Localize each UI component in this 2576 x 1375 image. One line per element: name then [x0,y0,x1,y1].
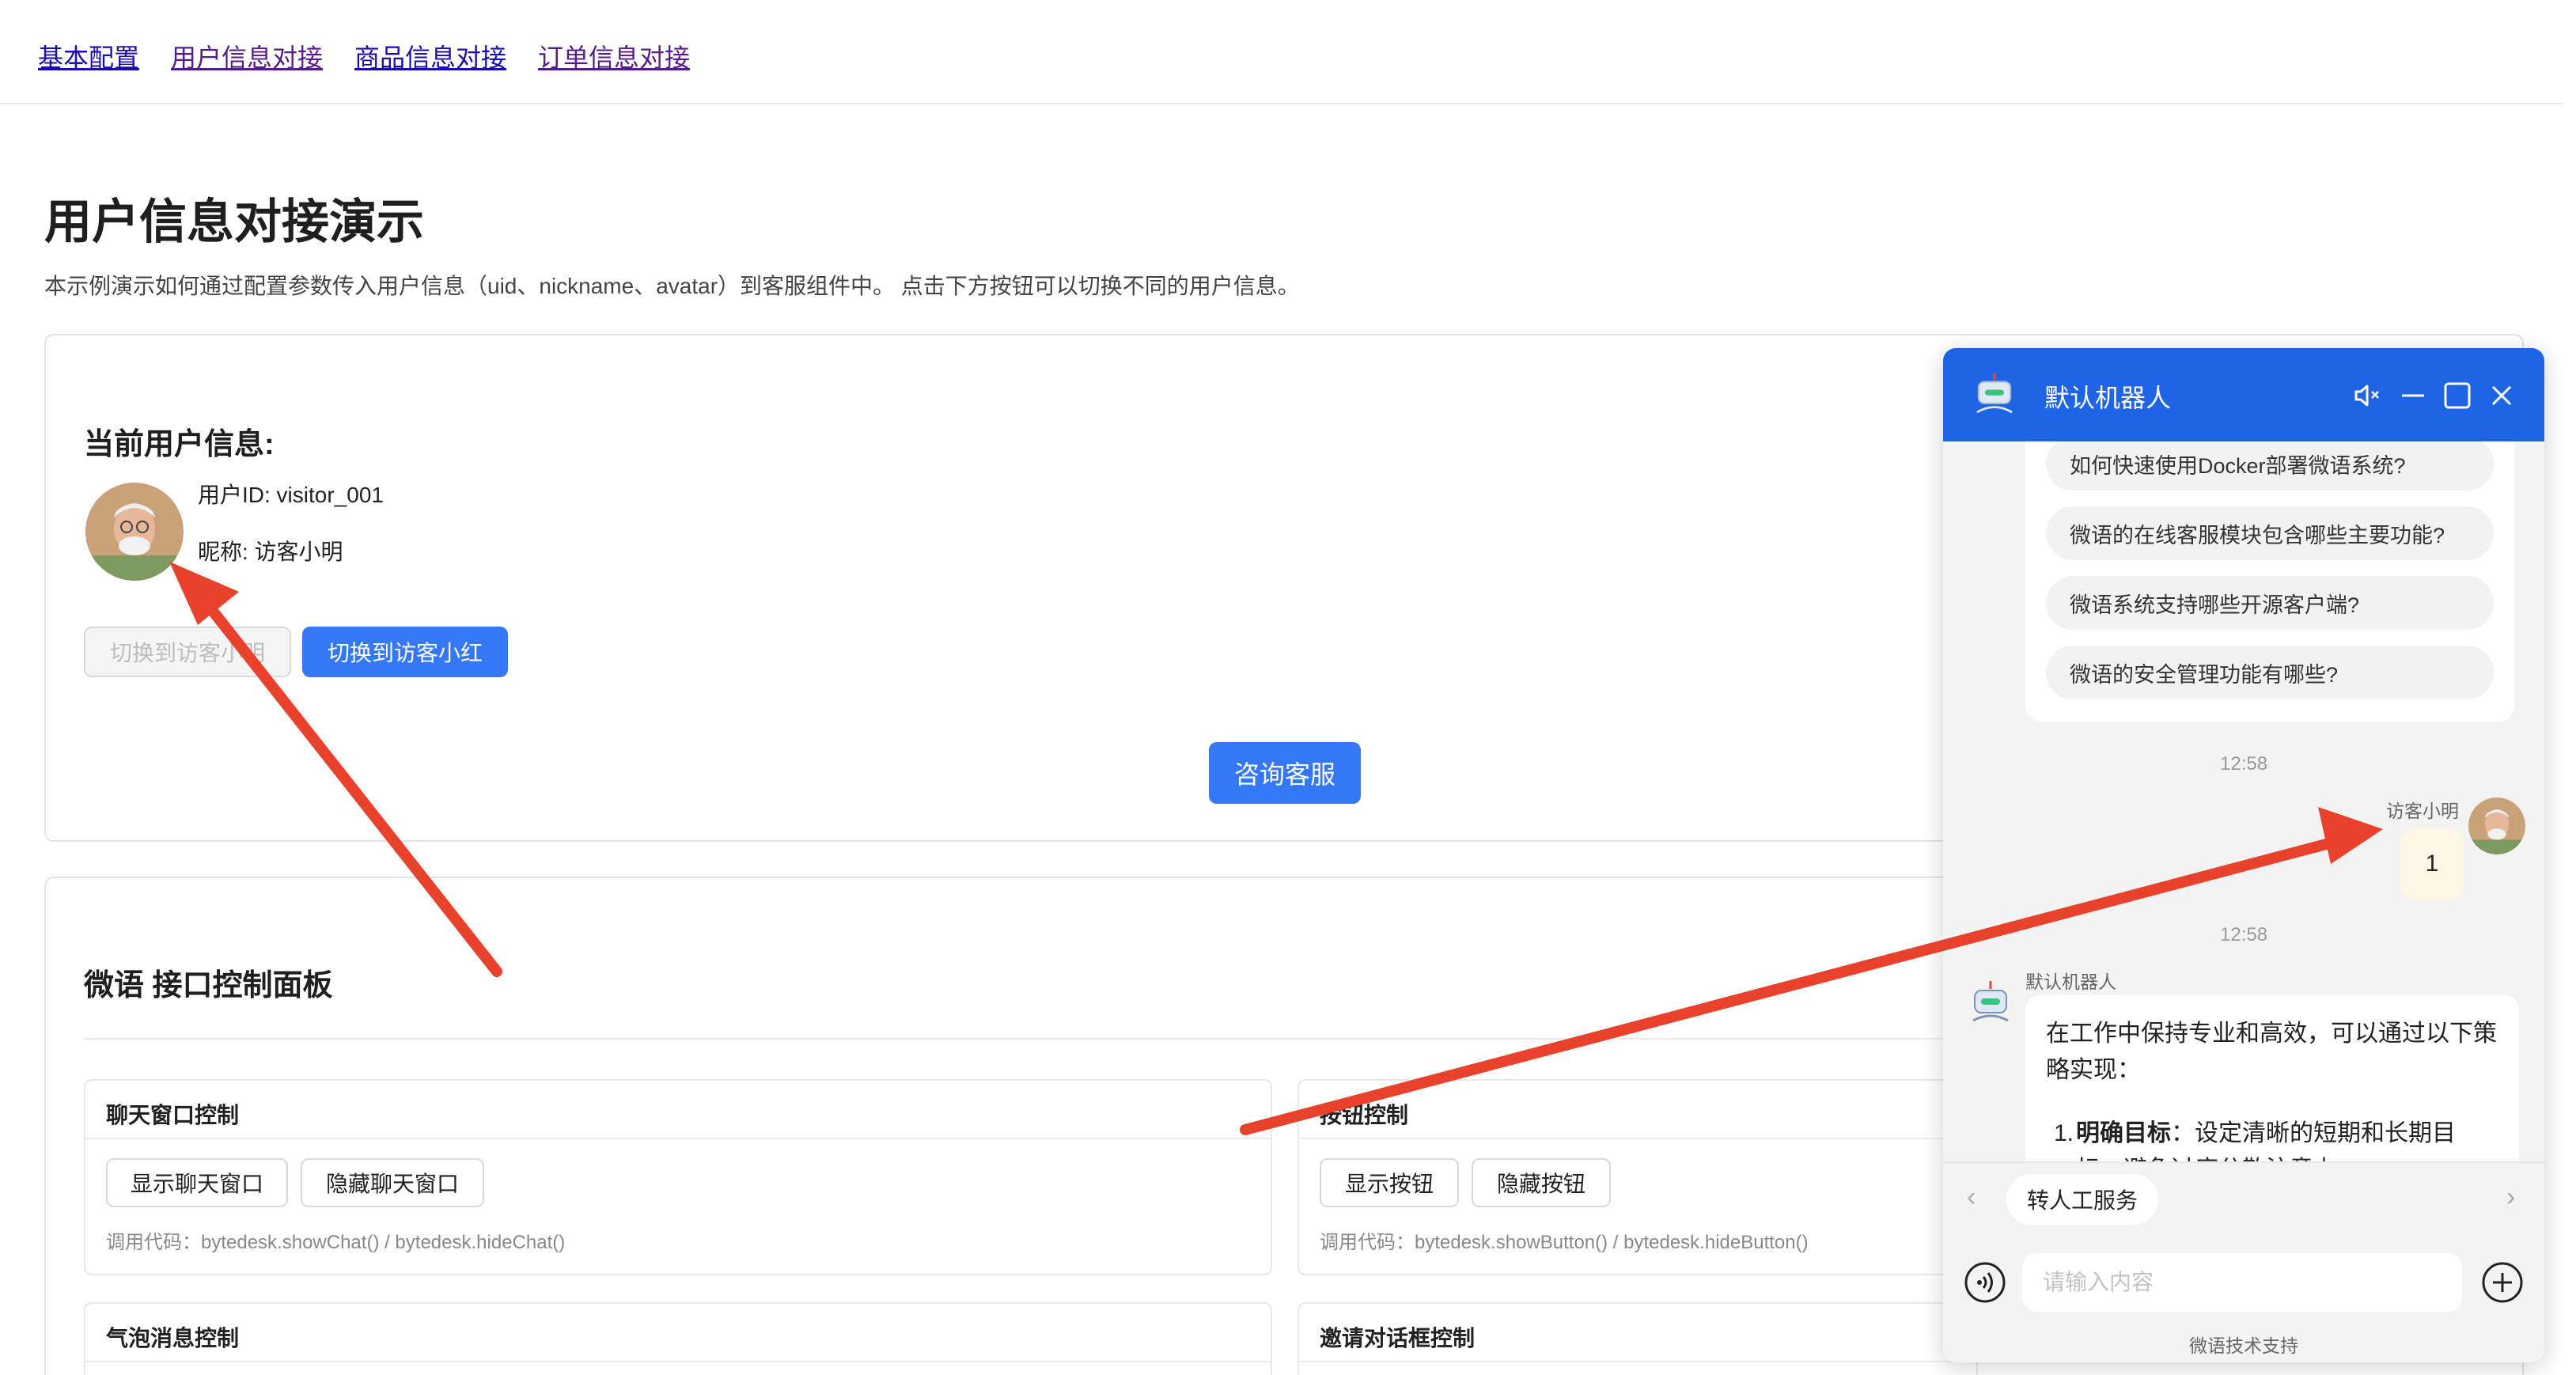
message-timestamp: 12:58 [2220,924,2267,946]
close-icon[interactable] [2486,380,2517,411]
visitor-nickname: 访客小明 [2386,796,2459,823]
hide-chat-window-button[interactable]: 隐藏聊天窗口 [301,1158,484,1207]
bot-nickname: 默认机器人 [2025,967,2116,994]
visitor-message-bubble: 1 [2400,828,2464,900]
switch-to-xiaoming-button[interactable]: 切换到访客小明 [84,627,291,677]
quick-reply-bar: ‹ 转人工服务 › [1943,1161,2544,1237]
powered-by-footer: 微语技术支持 [1943,1331,2544,1362]
top-nav: 基本配置 用户信息对接 商品信息对接 订单信息对接 [0,0,2563,104]
bubble-message-control-section: 气泡消息控制 [84,1302,1272,1375]
panel-divider [84,1038,1951,1040]
chat-message-input[interactable] [2022,1253,2462,1312]
show-button-button[interactable]: 显示按钮 [1320,1158,1459,1207]
message-timestamp: 12:58 [2220,753,2267,775]
invite-dialog-control-section: 邀请对话框控制 [1297,1302,1978,1375]
section-title: 按钮控制 [1320,1098,1408,1130]
faq-item[interactable]: 微语的安全管理功能有哪些? [2046,646,2494,699]
section-header [85,1081,1271,1139]
visitor-avatar [2468,797,2525,854]
section-title: 邀请对话框控制 [1320,1321,1475,1353]
consult-service-button[interactable]: 咨询客服 [1209,742,1361,804]
button-control-section: 按钮控制 显示按钮 隐藏按钮 调用代码：bytedesk.showButton(… [1297,1079,1978,1275]
switch-to-xiaohong-button[interactable]: 切换到访客小红 [302,627,508,677]
section-title: 聊天窗口控制 [106,1098,239,1130]
chat-title: 默认机器人 [2044,378,2171,415]
code-snippet-note: 调用代码：bytedesk.showButton() / bytedesk.hi… [1320,1226,1809,1254]
faq-item[interactable]: 微语的在线客服模块包含哪些主要功能? [2046,506,2494,560]
chat-window-control-section: 聊天窗口控制 显示聊天窗口 隐藏聊天窗口 调用代码：bytedesk.showC… [84,1079,1272,1275]
current-user-heading: 当前用户信息: [84,419,275,463]
faq-list: 如何快速使用Docker部署微语系统? 微语的在线客服模块包含哪些主要功能? 微… [2025,437,2514,722]
user-avatar [85,483,184,581]
robot-avatar-icon [1960,973,2021,1033]
plus-icon[interactable] [2481,1261,2524,1304]
chat-widget: 如何快速使用Docker部署微语系统? 微语的在线客服模块包含哪些主要功能? 微… [1943,348,2544,1362]
user-nickname-text: 昵称: 访客小明 [198,535,343,566]
section-title: 气泡消息控制 [106,1321,239,1353]
show-chat-window-button[interactable]: 显示聊天窗口 [106,1158,288,1207]
nav-link-user-info[interactable]: 用户信息对接 [171,38,323,74]
chat-input-row [1943,1237,2544,1331]
control-panel-heading: 微语 接口控制面板 [84,960,333,1004]
nav-link-product-info[interactable]: 商品信息对接 [354,38,506,74]
chat-header: 默认机器人 [1943,348,2544,441]
faq-item[interactable]: 微语系统支持哪些开源客户端? [2046,576,2494,630]
faq-item[interactable]: 如何快速使用Docker部署微语系统? [2046,437,2494,491]
chevron-left-icon[interactable]: ‹ [1967,1182,1976,1213]
minimize-icon[interactable] [2397,380,2429,411]
chevron-right-icon[interactable]: › [2506,1182,2515,1213]
section-header [85,1304,1271,1362]
transfer-to-agent-button[interactable]: 转人工服务 [2006,1174,2158,1225]
hide-button-button[interactable]: 隐藏按钮 [1472,1158,1611,1207]
bot-list-label: 明确目标 [2076,1120,2171,1146]
nav-link-order-info[interactable]: 订单信息对接 [538,38,690,74]
bot-message-text: 在工作中保持专业和高效，可以通过以下策略实现： [2046,1016,2505,1089]
robot-logo-icon [1967,367,2022,422]
page-description: 本示例演示如何通过配置参数传入用户信息（uid、nickname、avatar）… [44,269,1300,301]
page-title: 用户信息对接演示 [44,184,424,252]
user-id-text: 用户ID: visitor_001 [198,478,384,509]
nav-link-basic-config[interactable]: 基本配置 [38,38,139,74]
mute-icon[interactable] [2351,380,2383,411]
code-snippet-note: 调用代码：bytedesk.showChat() / bytedesk.hide… [106,1226,565,1254]
voice-icon[interactable] [1964,1261,2006,1304]
maximize-icon[interactable] [2442,380,2473,411]
